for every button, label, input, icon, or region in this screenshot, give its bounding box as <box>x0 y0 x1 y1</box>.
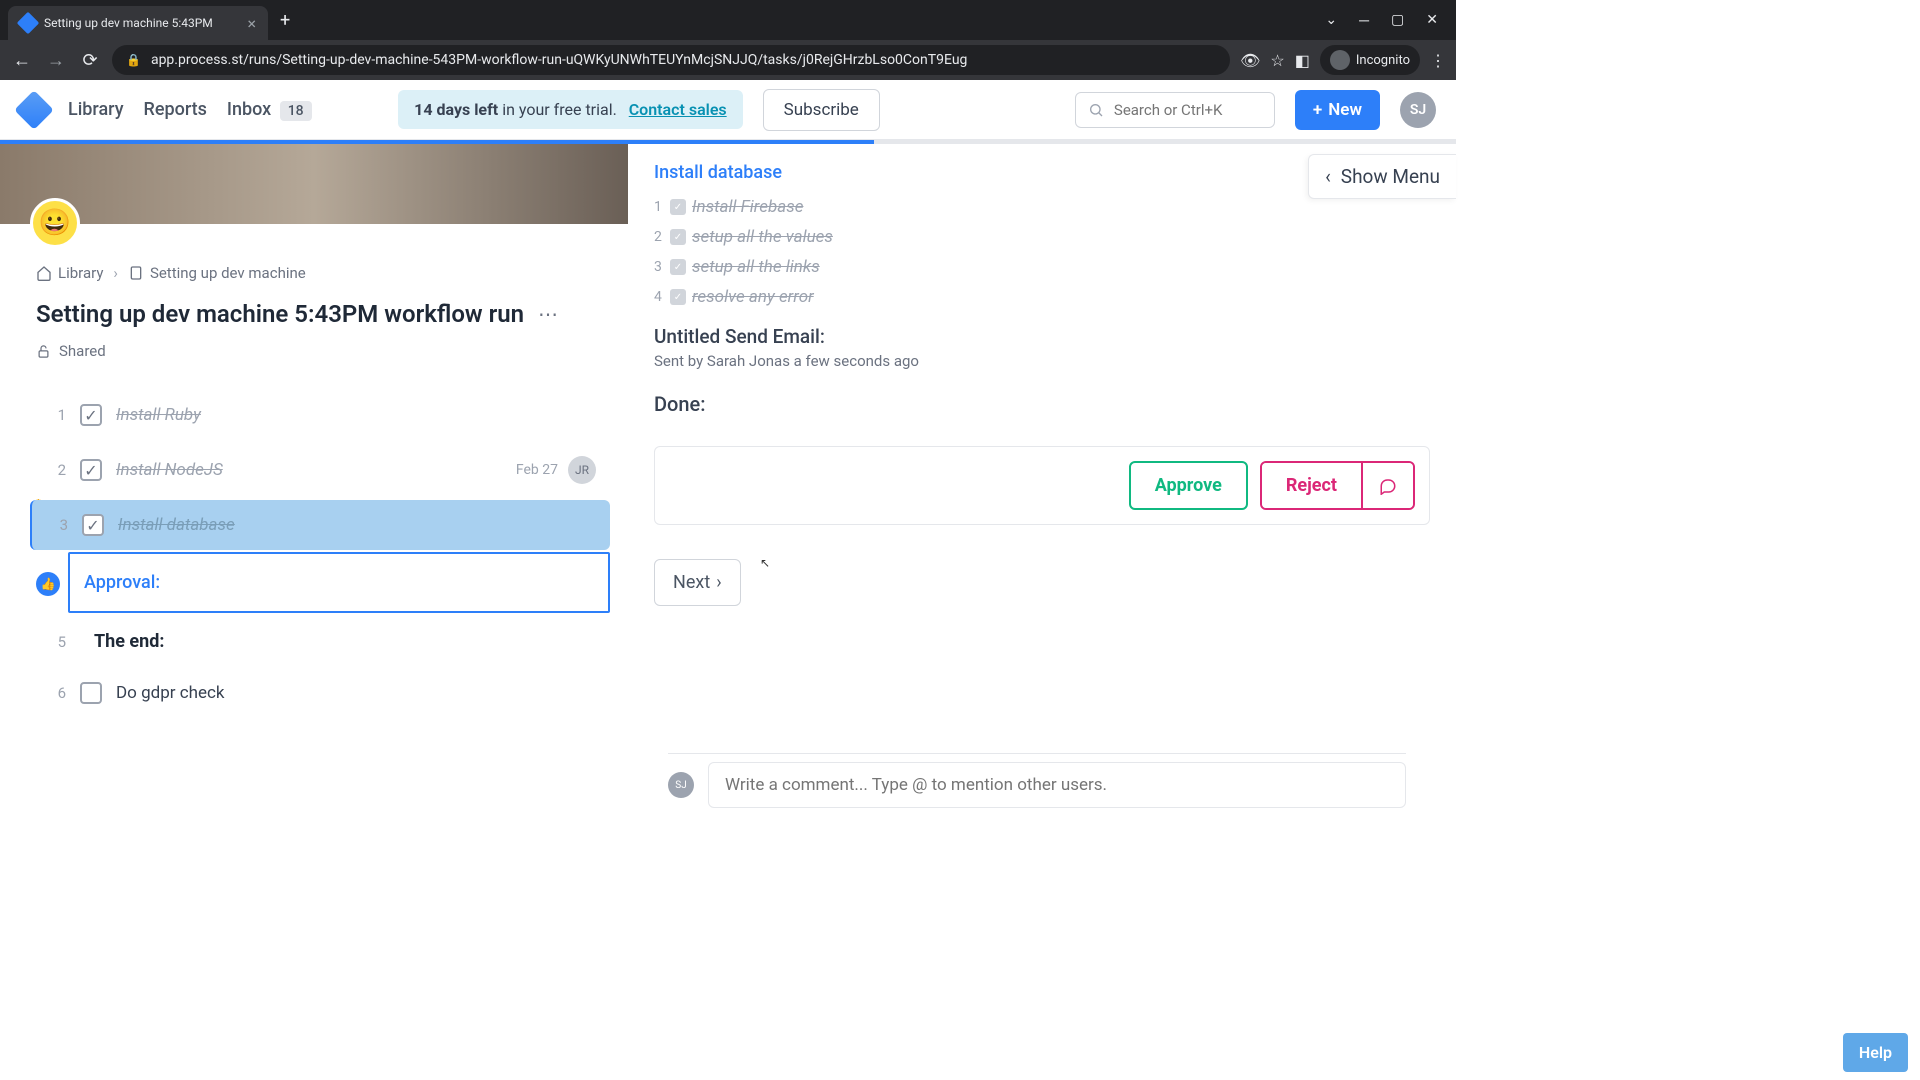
chevron-left-icon: ‹ <box>1325 165 1331 188</box>
subtask-row[interactable]: 1 ✓ Install Firebase <box>654 197 1430 217</box>
trial-banner: 14 days left in your free trial. Contact… <box>398 90 743 129</box>
search-icon <box>1088 102 1104 118</box>
task-checkbox[interactable]: ✓ <box>80 459 102 481</box>
forward-button[interactable]: → <box>44 50 68 71</box>
browser-menu-icon[interactable]: ⋮ <box>1430 51 1446 70</box>
left-panel: 😀 Library › Setting up dev machine Setti… <box>0 144 628 816</box>
url-bar[interactable]: 🔒 app.process.st/runs/Setting-up-dev-mac… <box>112 45 1230 75</box>
lock-icon: 🔒 <box>126 53 141 67</box>
done-field-label: Done: <box>654 392 1430 416</box>
task-list: 1 ✓ Install Ruby 2 ✓ Install NodeJS Feb … <box>0 390 628 718</box>
comment-icon <box>1379 477 1397 495</box>
eye-off-icon[interactable]: 👁 <box>1240 51 1260 70</box>
task-checkbox[interactable]: ✓ <box>80 404 102 426</box>
user-avatar[interactable]: SJ <box>1400 92 1436 128</box>
close-window-icon[interactable]: ✕ <box>1426 12 1438 29</box>
breadcrumb-workflow[interactable]: Setting up dev machine <box>128 264 306 282</box>
task-row[interactable]: 6 Do gdpr check <box>30 668 610 718</box>
home-icon <box>36 265 52 281</box>
browser-tab-bar: Setting up dev machine 5:43PM × + ⌄ ─ ▢ … <box>0 0 1456 40</box>
close-tab-icon[interactable]: × <box>247 14 256 33</box>
back-button[interactable]: ← <box>10 50 34 71</box>
new-button[interactable]: + New <box>1295 90 1380 130</box>
incognito-icon <box>1330 50 1350 70</box>
task-assignee-avatar[interactable]: JR <box>568 456 596 484</box>
workflow-emoji[interactable]: 😀 <box>30 198 80 248</box>
task-label: Install database <box>118 515 235 535</box>
chevron-right-icon: › <box>716 572 721 593</box>
document-icon <box>128 265 144 281</box>
minimize-icon[interactable]: ─ <box>1359 12 1369 29</box>
more-menu-icon[interactable]: ⋯ <box>538 302 558 326</box>
subtask-row[interactable]: 4 ✓ resolve any error <box>654 287 1430 307</box>
contact-sales-link[interactable]: Contact sales <box>629 100 727 119</box>
cover-image: 😀 <box>0 144 628 224</box>
email-field-label: Untitled Send Email: <box>654 325 1430 348</box>
email-sent-info: Sent by Sarah Jonas a few seconds ago <box>654 352 1430 370</box>
approval-task-row[interactable]: 👍 Approval: <box>68 552 610 613</box>
tabs-dropdown-icon[interactable]: ⌄ <box>1325 12 1337 29</box>
page-title: Setting up dev machine 5:43PM workflow r… <box>36 300 524 328</box>
task-row[interactable]: 2 ✓ Install NodeJS Feb 27 JR <box>30 442 610 498</box>
nav-reports[interactable]: Reports <box>144 99 207 120</box>
reject-button-group: Reject <box>1260 461 1415 510</box>
task-detail-panel: Install database 1 ✓ Install Firebase 2 … <box>628 144 1456 816</box>
subscribe-button[interactable]: Subscribe <box>763 89 880 131</box>
search-box[interactable] <box>1075 92 1275 128</box>
maximize-icon[interactable]: ▢ <box>1391 12 1404 29</box>
task-row[interactable]: 3 ✓ Install database <box>30 500 610 550</box>
breadcrumb: Library › Setting up dev machine <box>0 224 628 290</box>
comment-input[interactable] <box>708 762 1406 808</box>
subtask-checkbox[interactable]: ✓ <box>670 199 686 215</box>
tab-title: Setting up dev machine 5:43PM <box>44 16 239 30</box>
comment-avatar: SJ <box>668 772 694 798</box>
show-menu-button[interactable]: ‹ Show Menu <box>1308 154 1456 199</box>
tab-favicon <box>17 12 40 35</box>
thumbs-up-icon: 👍 <box>36 572 60 596</box>
reload-button[interactable]: ⟳ <box>78 50 102 71</box>
task-checkbox[interactable] <box>80 682 102 704</box>
help-button[interactable]: Help <box>1843 1033 1908 1072</box>
new-tab-button[interactable]: + <box>280 10 290 31</box>
task-label: Install Ruby <box>116 405 201 425</box>
browser-nav-bar: ← → ⟳ 🔒 app.process.st/runs/Setting-up-d… <box>0 40 1456 80</box>
search-input[interactable] <box>1114 101 1262 119</box>
next-button[interactable]: Next › <box>654 559 741 606</box>
subtask-checkbox[interactable]: ✓ <box>670 259 686 275</box>
app-header: Library Reports Inbox 18 14 days left in… <box>0 80 1456 140</box>
unlock-icon <box>36 344 51 359</box>
inbox-count-badge: 18 <box>280 101 312 121</box>
breadcrumb-library[interactable]: Library <box>36 264 103 282</box>
task-label: Do gdpr check <box>116 683 225 703</box>
app-logo[interactable] <box>14 90 54 130</box>
reject-comment-button[interactable] <box>1363 463 1413 508</box>
approve-button[interactable]: Approve <box>1129 461 1248 510</box>
approval-actions-card: Approve Reject <box>654 446 1430 525</box>
subtask-row[interactable]: 2 ✓ setup all the values <box>654 227 1430 247</box>
nav-inbox[interactable]: Inbox 18 <box>227 99 312 120</box>
plus-icon: + <box>1313 100 1322 120</box>
incognito-badge[interactable]: Incognito <box>1320 45 1420 75</box>
task-date: Feb 27 <box>516 462 558 478</box>
task-row[interactable]: 1 ✓ Install Ruby <box>30 390 610 440</box>
subtask-row[interactable]: 3 ✓ setup all the links <box>654 257 1430 277</box>
subtask-checkbox[interactable]: ✓ <box>670 289 686 305</box>
comment-composer: SJ <box>668 753 1406 816</box>
section-header[interactable]: The end: <box>80 615 178 668</box>
browser-tab[interactable]: Setting up dev machine 5:43PM × <box>8 6 268 40</box>
task-checkbox[interactable]: ✓ <box>82 514 104 536</box>
extensions-icon[interactable]: ◧ <box>1295 51 1310 70</box>
task-label: Install NodeJS <box>116 460 223 480</box>
subtask-checkbox[interactable]: ✓ <box>670 229 686 245</box>
chevron-right-icon: › <box>113 264 118 282</box>
url-text: app.process.st/runs/Setting-up-dev-machi… <box>151 52 967 68</box>
bookmark-icon[interactable]: ☆ <box>1270 51 1284 70</box>
nav-library[interactable]: Library <box>68 99 124 120</box>
shared-indicator[interactable]: Shared <box>0 338 628 390</box>
reject-button[interactable]: Reject <box>1262 463 1363 508</box>
approval-label: Approval: <box>84 572 160 593</box>
window-controls: ⌄ ─ ▢ ✕ <box>1325 12 1456 29</box>
